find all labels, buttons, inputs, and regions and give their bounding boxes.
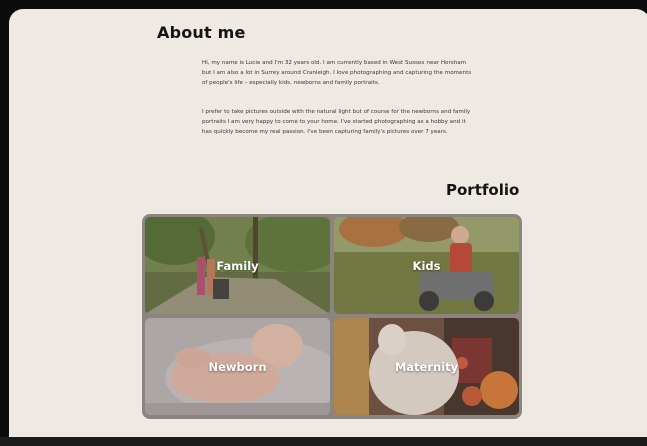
portfolio-tile-newborn[interactable]: Newborn [145,318,330,415]
page-content: About me Hi, my name is Lucie and I'm 32… [9,9,647,437]
bottom-strip [0,437,647,446]
tile-label-kids: Kids [412,258,441,273]
portfolio-tile-maternity[interactable]: Maternity [334,318,519,415]
portfolio-grid: Family Kids Newborn Maternity [142,214,522,419]
portfolio-heading: Portfolio [446,181,520,199]
about-paragraph-2: I prefer to take pictures outside with t… [202,109,471,136]
portfolio-tile-family[interactable]: Family [145,217,330,314]
tile-label-newborn: Newborn [208,359,267,374]
about-paragraph-1: Hi, my name is Lucie and I'm 32 years ol… [202,60,472,87]
tile-label-family: Family [216,258,259,273]
portfolio-tile-kids[interactable]: Kids [334,217,519,314]
about-heading: About me [157,23,246,42]
tile-label-maternity: Maternity [394,359,459,374]
